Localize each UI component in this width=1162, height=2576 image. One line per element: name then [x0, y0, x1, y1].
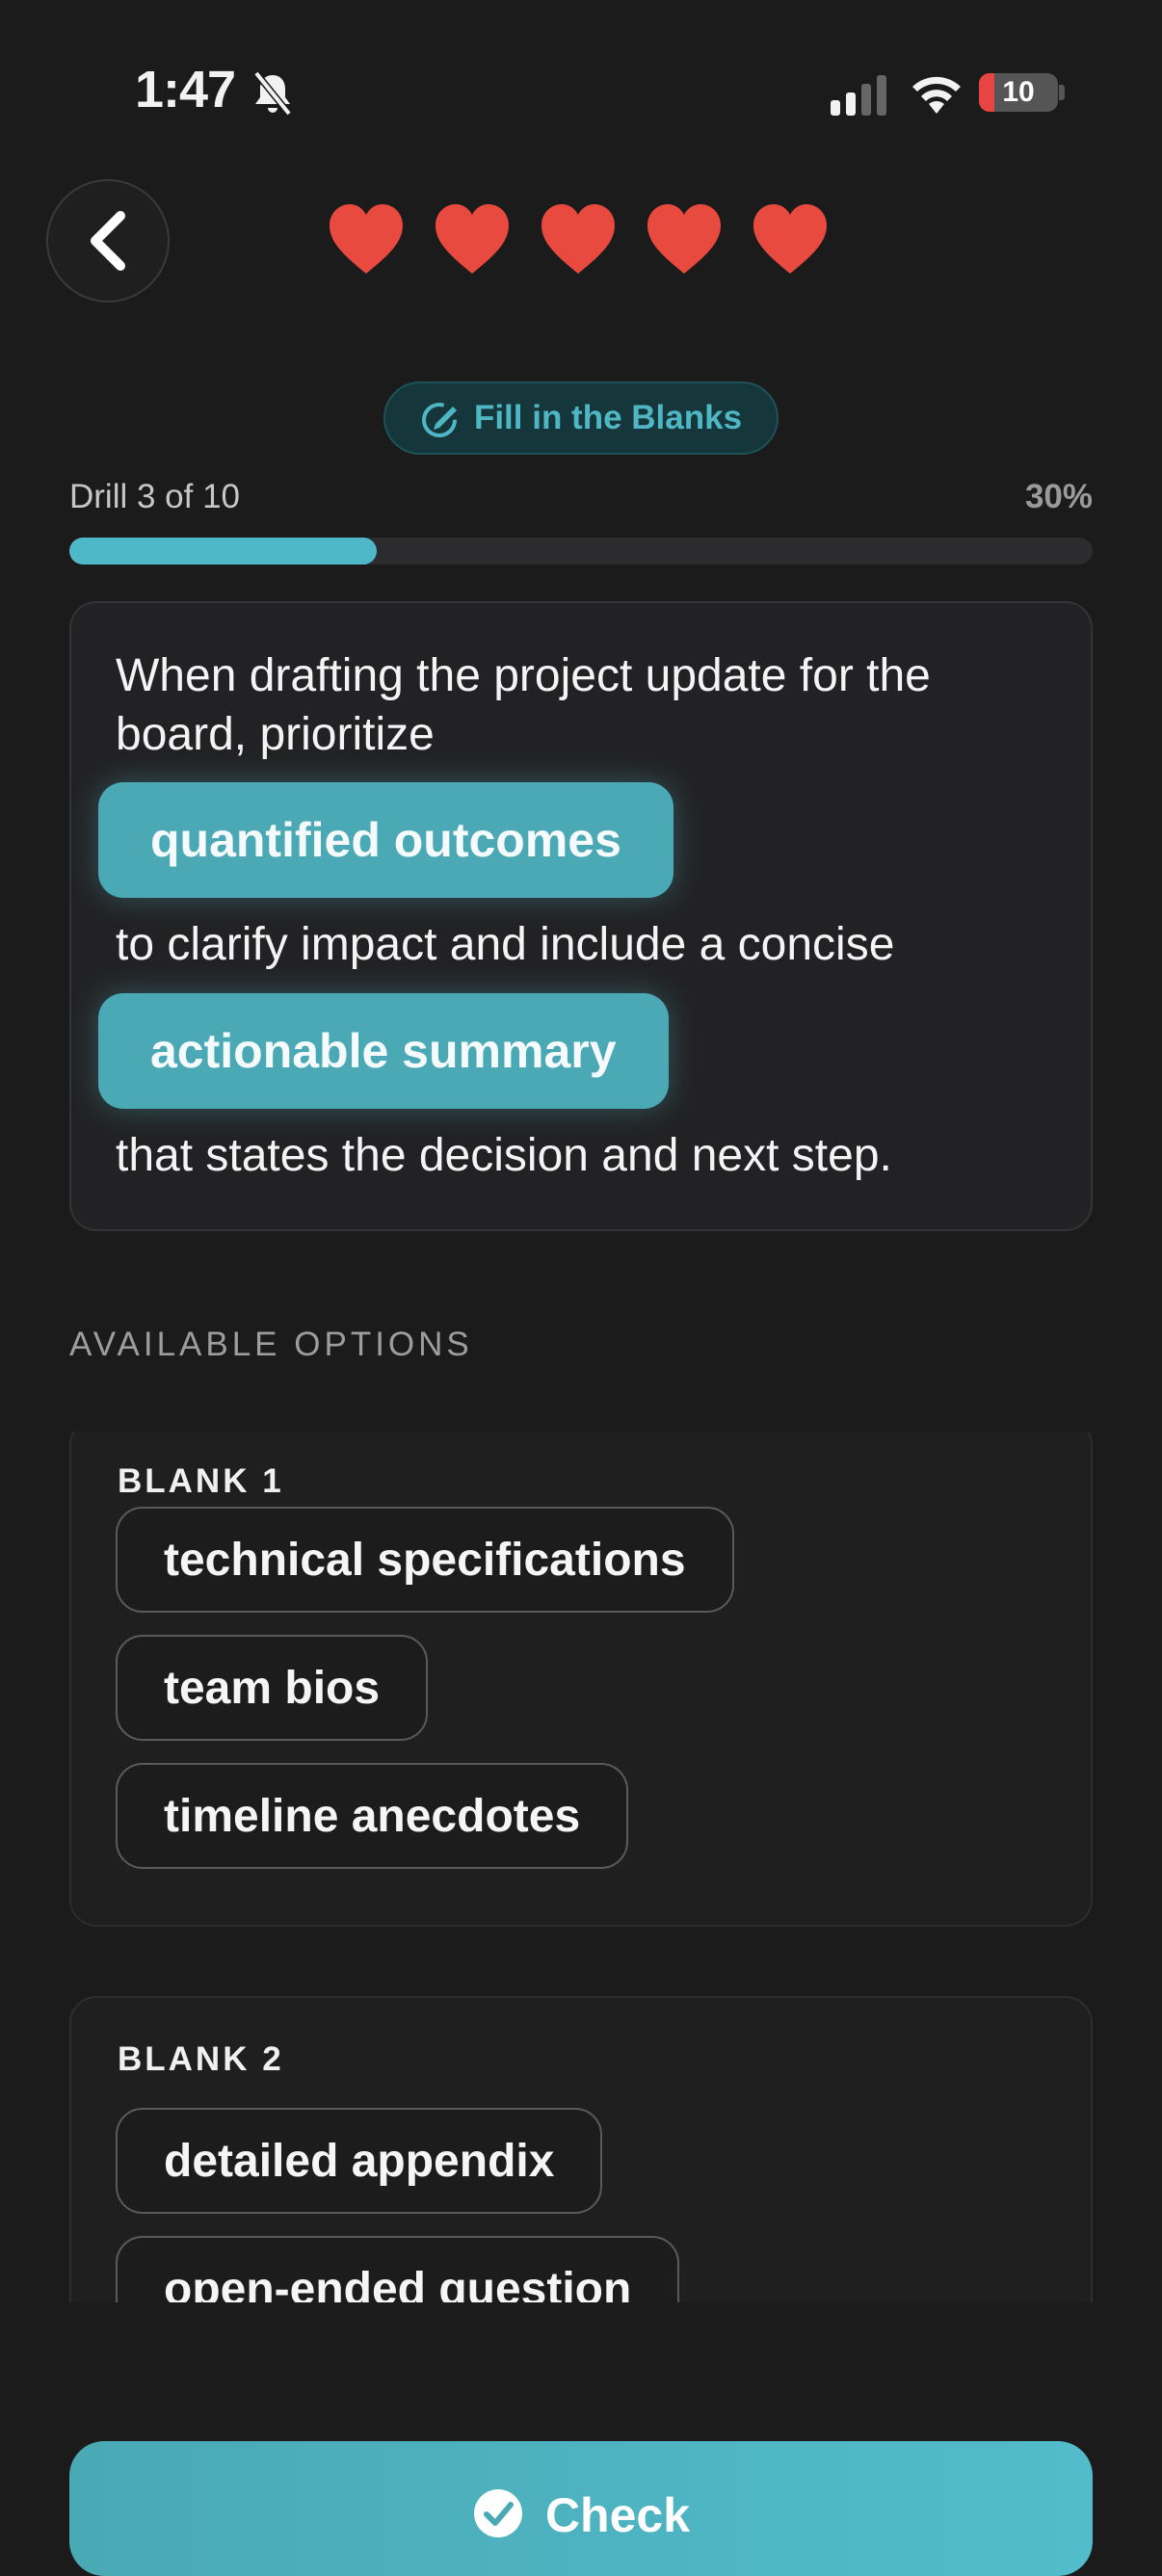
wifi-icon [912, 76, 961, 114]
heart-icon [436, 204, 509, 274]
chevron-left-icon [91, 211, 125, 271]
lives-hearts [328, 202, 829, 276]
progress-fill [69, 538, 377, 565]
option-open-ended-question[interactable]: open-ended question [116, 2236, 680, 2302]
sentence-text-line1: When drafting the project update for the [116, 650, 931, 701]
progress-percent: 30% [1024, 478, 1093, 515]
bell-muted-icon [253, 70, 292, 117]
checkmark-circle-icon [473, 2489, 522, 2537]
mode-badge: Fill in the Blanks [383, 381, 779, 455]
progress-bar [69, 538, 1093, 565]
sentence-text-end: that states the decision and next step. [116, 1130, 892, 1181]
option-team-bios[interactable]: team bios [116, 1635, 429, 1741]
check-label: Check [544, 2488, 691, 2542]
blank-1-filled[interactable]: quantified outcomes [98, 782, 673, 898]
sentence-text-middle: to clarify impact and include a concise [116, 919, 895, 970]
blank-2-filled[interactable]: actionable summary [98, 993, 669, 1109]
battery-level: 10 [1002, 76, 1035, 108]
battery-tip [1059, 85, 1065, 100]
blank-2-options-group: BLANK 2 detailed appendix open-ended que… [69, 1996, 1093, 2302]
mode-label: Fill in the Blanks [473, 399, 743, 436]
edit-pencil-icon [421, 403, 457, 437]
available-options-heading: AVAILABLE OPTIONS [69, 1326, 473, 1363]
heart-icon [647, 204, 721, 274]
cellular-signal-icon [831, 75, 886, 116]
battery-indicator: 10 [979, 73, 1058, 112]
sentence-text-line2: board, prioritize [116, 709, 435, 760]
heart-icon [753, 204, 827, 274]
blank-1-title: BLANK 1 [118, 1462, 284, 1500]
back-button[interactable] [46, 179, 170, 302]
heart-icon [541, 204, 615, 274]
option-detailed-appendix[interactable]: detailed appendix [116, 2108, 603, 2214]
drill-counter: Drill 3 of 10 [69, 478, 241, 515]
option-technical-specifications[interactable]: technical specifications [116, 1507, 734, 1613]
blank-1-options-group: BLANK 1 technical specifications team bi… [69, 1432, 1093, 1927]
status-time: 1:47 [135, 61, 236, 118]
check-button[interactable]: Check [69, 2441, 1093, 2576]
heart-icon [330, 204, 403, 274]
option-timeline-anecdotes[interactable]: timeline anecdotes [116, 1763, 629, 1869]
blank-2-title: BLANK 2 [118, 2040, 284, 2078]
options-scroll-area[interactable]: BLANK 1 technical specifications team bi… [0, 1432, 1162, 2302]
